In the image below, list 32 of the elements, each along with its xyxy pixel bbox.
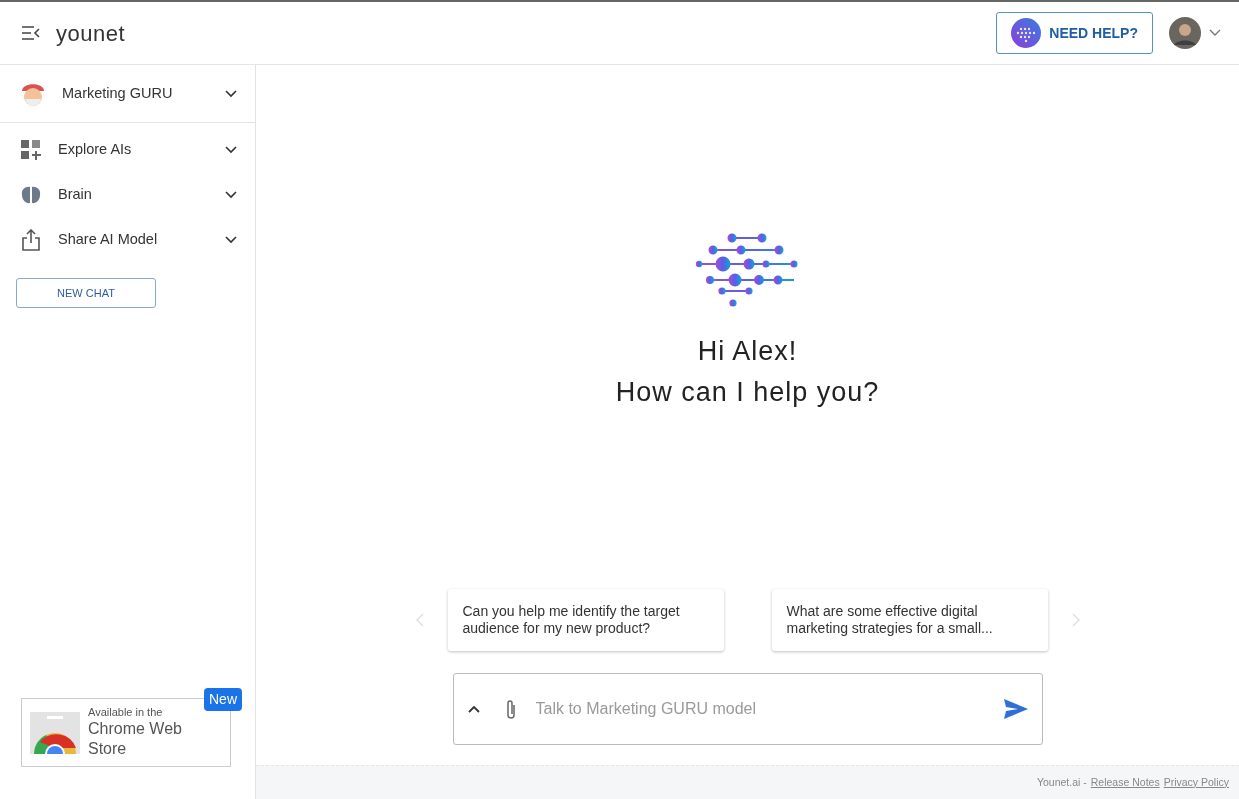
suggestion-card[interactable]: What are some effective digital marketing strategies for a small... <box>771 589 1048 651</box>
chevron-down-icon <box>225 145 237 154</box>
greeting-question: How can I help you? <box>615 375 880 409</box>
sidebar-item[interactable]: Brain <box>0 172 255 217</box>
avatar-icon[interactable] <box>1169 17 1201 49</box>
logo: younet <box>56 19 126 48</box>
store-bag-icon <box>30 711 80 754</box>
store-caption: Available in the <box>88 705 164 720</box>
brain-icon <box>21 185 41 204</box>
chevron-down-icon[interactable] <box>1209 29 1221 37</box>
network-logo-icon <box>695 233 800 307</box>
chevron-up-icon[interactable] <box>467 705 480 713</box>
footer-link[interactable]: Release Notes <box>1090 774 1160 791</box>
chevron-down-icon <box>225 235 237 244</box>
message-field[interactable]: Talk to Marketing GURU model <box>452 673 1043 745</box>
help-button[interactable]: NEED HELP? <box>996 12 1153 54</box>
new-chat-button[interactable]: NEW CHAT <box>16 278 156 308</box>
greeting-text: Hi Alex! <box>696 335 799 368</box>
store-name: Chrome Web Store <box>88 719 183 760</box>
send-icon[interactable] <box>1003 699 1028 719</box>
suggestion-card[interactable]: Can you help me identify the target audience for my new product? <box>447 589 724 651</box>
sidebar-item[interactable]: Explore AIs <box>0 127 255 172</box>
chevron-down-icon <box>225 190 237 199</box>
model-selector[interactable]: Marketing GURU <box>0 71 255 116</box>
new-label: New <box>204 688 242 711</box>
menu-icon[interactable] <box>22 26 40 40</box>
grid-plus-icon <box>21 139 41 160</box>
footer-brand: Younet.ai - <box>1036 774 1087 790</box>
dots-icon <box>1011 18 1042 48</box>
share-icon <box>22 228 40 251</box>
chevron-down-icon <box>225 89 237 98</box>
sidebar-item[interactable]: Share AI Model <box>0 217 255 262</box>
